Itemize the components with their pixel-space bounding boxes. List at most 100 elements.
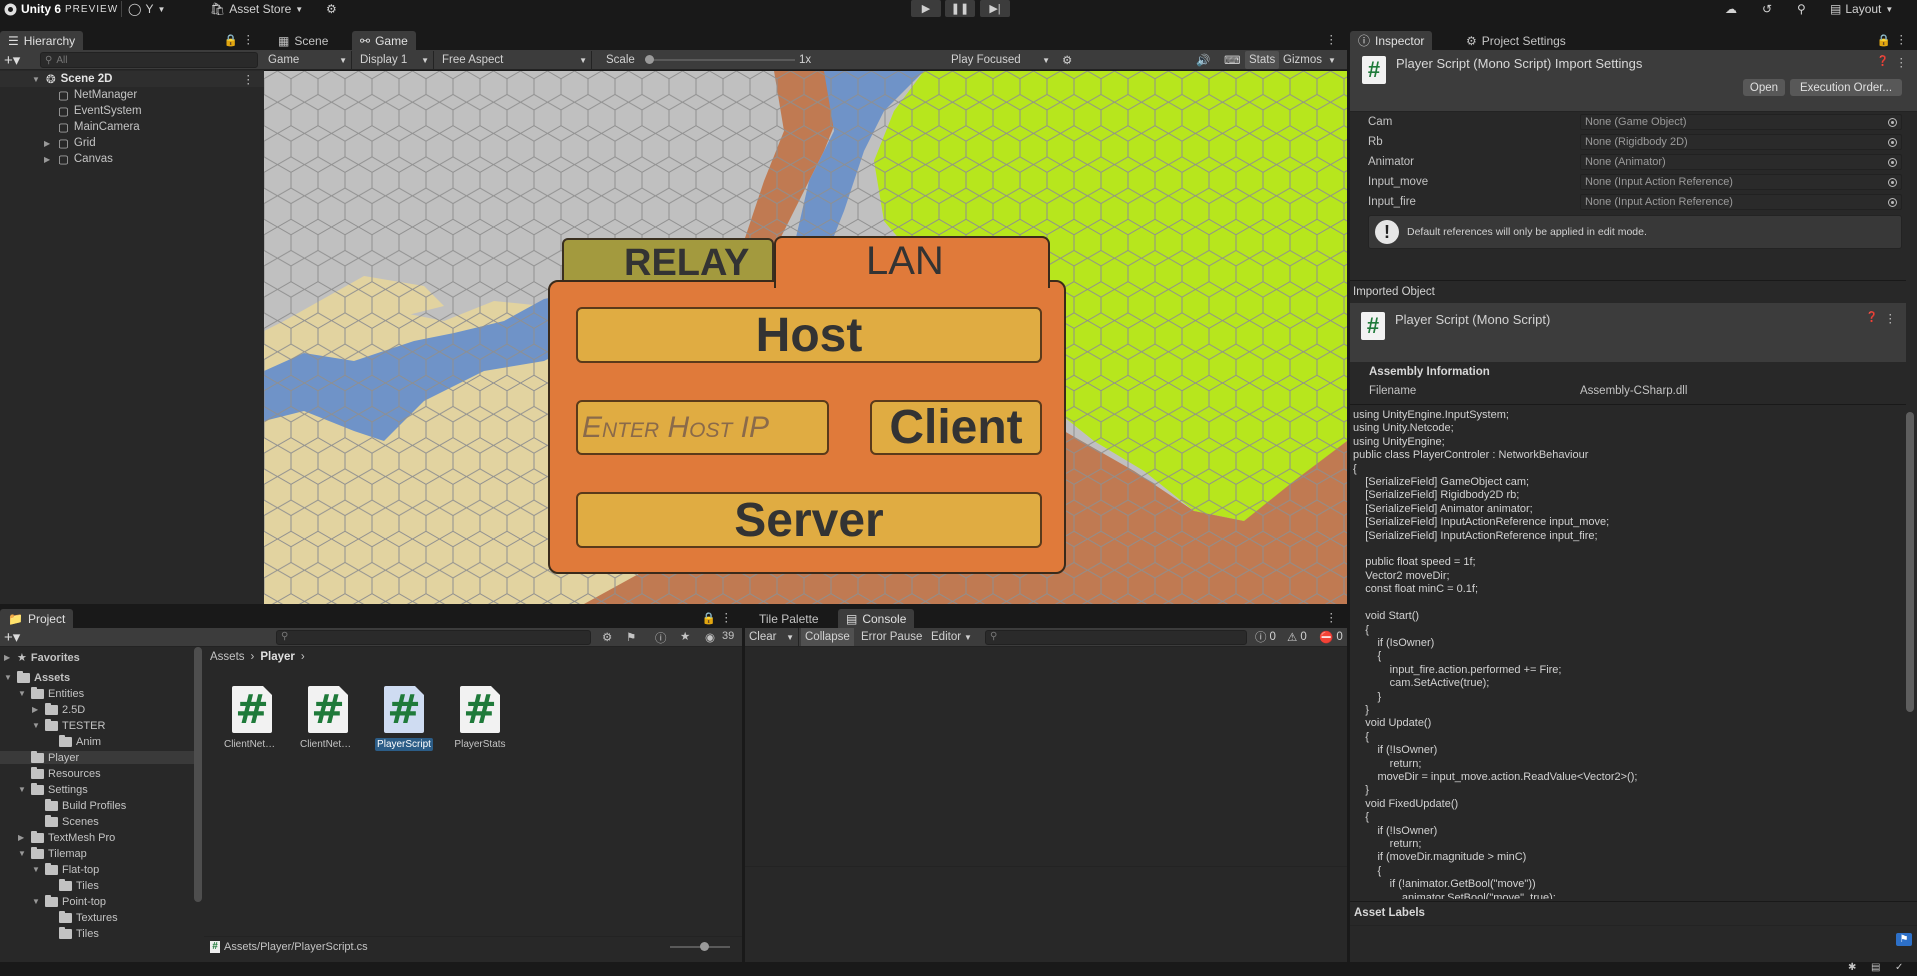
file-item[interactable]: # ClientNetTra... [298,686,358,751]
project-tree-item[interactable]: ▶ 2.5D [0,702,194,716]
editor-dropdown[interactable]: Editor ▼ [927,628,976,646]
project-tree-item[interactable]: ▼ Settings [0,782,194,796]
file-item[interactable]: # ClientNetAn... [222,686,282,751]
object-picker-icon[interactable] [1888,198,1897,207]
host-button[interactable]: Host [576,307,1042,363]
scene-row[interactable]: ▼ ❂ Scene 2D ⋮ [0,71,264,87]
hierarchy-item[interactable]: ▶ ▢ Grid [44,135,96,151]
asset-store-button[interactable]: 🛍 Asset Store ▼ [210,1,303,17]
cache-icon[interactable]: ▤ [1871,962,1880,973]
project-search-input[interactable]: ⚲ [276,630,591,645]
project-tree-item[interactable]: Tiles [0,926,194,940]
tab-scene[interactable]: ▦ Scene [270,31,336,50]
file-item[interactable]: # PlayerStats [450,686,510,751]
filter-icon[interactable]: ⚙ [602,630,612,644]
slider-thumb[interactable] [700,942,709,951]
bug-icon[interactable]: ⚙ [1058,51,1076,69]
project-tree-item[interactable]: ▼ Entities [0,686,194,700]
collapse-toggle[interactable]: Collapse [801,628,854,646]
expand-arrow-icon[interactable]: ▶ [4,653,13,662]
object-picker-icon[interactable] [1888,118,1897,127]
tag-icon[interactable]: ⚑ [1896,933,1912,946]
play-mode-dropdown[interactable]: Play Focused ▼ [947,51,1054,69]
expand-arrow-icon[interactable]: ▼ [18,785,27,794]
scale-slider[interactable] [645,55,795,64]
game-viewport[interactable]: RELAY Host Enter Host IP Client Server L… [264,71,1347,604]
info-icon[interactable]: ⓘ [655,630,667,646]
history-button[interactable]: ↺ [1762,1,1772,17]
stats-button[interactable]: Stats [1245,51,1280,69]
keyboard-icon[interactable]: ⌨ [1220,51,1245,69]
pause-button[interactable]: ❚❚ [945,0,975,17]
execution-order-button[interactable]: Execution Order... [1790,79,1902,96]
play-button[interactable]: ▶ [911,0,941,17]
kebab-menu-icon[interactable]: ⋮ [1326,610,1338,624]
gizmos-button[interactable]: Gizmos [1279,51,1326,69]
error-pause-toggle[interactable]: Error Pause [857,628,926,646]
prop-field[interactable]: None (Input Action Reference) [1580,194,1902,210]
search-button[interactable]: ⚲ [1797,1,1806,17]
open-button[interactable]: Open [1743,79,1785,96]
project-tree-item[interactable]: ▼ Flat-top [0,862,194,876]
project-tree-item[interactable]: ▶ TextMesh Pro [0,830,194,844]
audio-icon[interactable]: 🔊 [1192,51,1214,69]
project-tree-item[interactable]: Resources [0,766,194,780]
expand-arrow-icon[interactable]: ▶ [32,705,41,714]
unity-logo[interactable]: Unity 6 PREVIEW [4,1,118,17]
view-dropdown[interactable]: Game ▼ [264,51,352,69]
hierarchy-item[interactable]: ▢ EventSystem [58,103,142,119]
breadcrumb-assets[interactable]: Assets [210,651,245,663]
kebab-menu-icon[interactable]: ⋮ [1885,311,1897,325]
hierarchy-search-input[interactable]: ⚲ All [40,52,258,68]
prop-field[interactable]: None (Rigidbody 2D) [1580,134,1902,150]
label-icon[interactable]: ⚑ [626,630,636,644]
expand-arrow-icon[interactable]: ▼ [32,865,41,874]
console-search-input[interactable]: ⚲ [985,630,1247,645]
tab-tile-palette[interactable]: Tile Palette [751,609,827,628]
favorites-row[interactable]: ▶ ★ Favorites [4,651,80,665]
object-picker-icon[interactable] [1888,178,1897,187]
account-dropdown[interactable]: ◯ Y ▼ [121,1,165,17]
object-picker-icon[interactable] [1888,158,1897,167]
services-button[interactable]: ⚙ [326,1,337,17]
expand-arrow-icon[interactable]: ▼ [4,673,13,682]
expand-arrow-icon[interactable]: ▼ [18,689,27,698]
expand-arrow-icon[interactable]: ▶ [44,155,53,164]
error-filter[interactable]: ⛔ 0 [1315,628,1347,646]
kebab-menu-icon[interactable]: ⋮ [1896,32,1908,46]
hierarchy-item[interactable]: ▶ ▢ Canvas [44,151,113,167]
kebab-menu-icon[interactable]: ⋮ [1896,55,1908,69]
lock-icon[interactable]: 🔒 [702,611,716,625]
sync-icon[interactable]: ✓ [1895,962,1903,973]
display-dropdown[interactable]: Display 1 ▼ [356,51,434,69]
project-tree-item[interactable]: ▼ TESTER [0,718,194,732]
inspector-scrollbar[interactable] [1906,412,1914,712]
object-picker-icon[interactable] [1888,138,1897,147]
info-filter[interactable]: ⓘ 0 [1251,628,1280,646]
server-button[interactable]: Server [576,492,1042,548]
kebab-menu-icon[interactable]: ⋮ [243,32,255,46]
star-icon[interactable]: ★ [680,629,690,643]
expand-arrow-icon[interactable]: ▼ [32,75,41,84]
help-icon[interactable]: ❓ [1866,312,1878,323]
lock-icon[interactable]: 🔒 [224,33,238,47]
prop-field[interactable]: None (Game Object) [1580,114,1902,130]
kebab-menu-icon[interactable]: ⋮ [243,72,255,86]
clear-button[interactable]: Clear ▼ [745,628,799,646]
prop-field[interactable]: None (Animator) [1580,154,1902,170]
tab-inspector[interactable]: ⓘ Inspector [1350,31,1433,50]
expand-arrow-icon[interactable]: ▶ [44,139,53,148]
project-tree-item[interactable]: Build Profiles [0,798,194,812]
slider-thumb[interactable] [645,55,654,64]
client-button[interactable]: Client [870,400,1042,455]
tab-console[interactable]: ▤ Console [838,609,915,628]
project-tree-item[interactable]: ▼ Tilemap [0,846,194,860]
prop-field[interactable]: None (Input Action Reference) [1580,174,1902,190]
help-icon[interactable]: ❓ [1877,56,1889,67]
project-tree-item[interactable]: Scenes [0,814,194,828]
warning-filter[interactable]: ⚠ 0 [1283,628,1311,646]
expand-arrow-icon[interactable]: ▼ [32,721,41,730]
tab-project[interactable]: 📁 Project [0,609,74,628]
file-item-selected[interactable]: # PlayerScript [374,686,434,754]
project-tree-item[interactable]: Tiles [0,878,194,892]
